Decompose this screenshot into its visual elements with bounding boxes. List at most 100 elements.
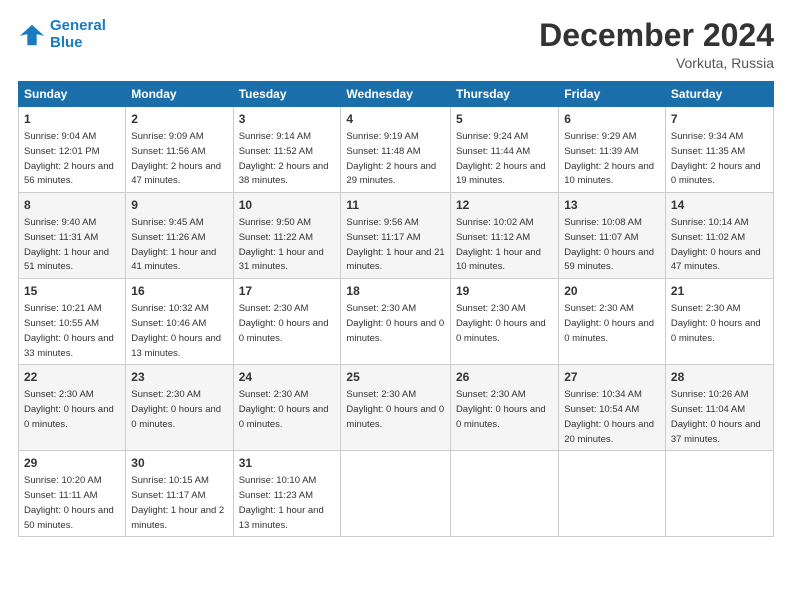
day-sun-info: Sunset: 2:30 AM Daylight: 0 hours and 0 … xyxy=(456,303,546,344)
day-number: 1 xyxy=(24,111,120,128)
day-sun-info: Sunrise: 10:08 AM Sunset: 11:07 AM Dayli… xyxy=(564,217,654,272)
day-sun-info: Sunset: 2:30 AM Daylight: 0 hours and 0 … xyxy=(346,389,444,430)
calendar-cell: 17 Sunset: 2:30 AM Daylight: 0 hours and … xyxy=(233,279,341,365)
calendar-cell: 13 Sunrise: 10:08 AM Sunset: 11:07 AM Day… xyxy=(559,193,666,279)
day-number: 20 xyxy=(564,283,660,300)
calendar-cell: 31Sunrise: 10:10 AM Sunset: 11:23 AM Day… xyxy=(233,451,341,537)
calendar-cell xyxy=(665,451,773,537)
logo-text: General Blue xyxy=(50,18,106,51)
day-sun-info: Sunrise: 10:14 AM Sunset: 11:02 AM Dayli… xyxy=(671,217,761,272)
day-number: 2 xyxy=(131,111,227,128)
day-sun-info: Sunrise: 9:04 AM Sunset: 12:01 PM Daylig… xyxy=(24,131,114,186)
calendar-week-3: 15 Sunrise: 10:21 AM Sunset: 10:55 AM Day… xyxy=(19,279,774,365)
day-number: 15 xyxy=(24,283,120,300)
day-number: 7 xyxy=(671,111,768,128)
day-sun-info: Sunrise: 9:40 AM Sunset: 11:31 AM Daylig… xyxy=(24,217,109,272)
day-number: 18 xyxy=(346,283,445,300)
calendar-cell: 6 Sunrise: 9:29 AM Sunset: 11:39 AM Dayli… xyxy=(559,107,666,193)
day-number: 14 xyxy=(671,197,768,214)
calendar-cell: 19Sunset: 2:30 AM Daylight: 0 hours and … xyxy=(450,279,558,365)
calendar-cell: 18Sunset: 2:30 AM Daylight: 0 hours and … xyxy=(341,279,451,365)
day-sun-info: Sunset: 2:30 AM Daylight: 0 hours and 0 … xyxy=(131,389,221,430)
day-of-week-monday: Monday xyxy=(126,82,233,107)
day-of-week-friday: Friday xyxy=(559,82,666,107)
day-sun-info: Sunrise: 10:26 AM Sunset: 11:04 AM Dayli… xyxy=(671,389,761,444)
calendar-cell: 22 Sunset: 2:30 AM Daylight: 0 hours and … xyxy=(19,365,126,451)
calendar-week-2: 8Sunrise: 9:40 AM Sunset: 11:31 AM Dayli… xyxy=(19,193,774,279)
day-number: 30 xyxy=(131,455,227,472)
calendar-cell: 3 Sunrise: 9:14 AM Sunset: 11:52 AM Dayli… xyxy=(233,107,341,193)
calendar-cell: 30 Sunrise: 10:15 AM Sunset: 11:17 AM Day… xyxy=(126,451,233,537)
day-sun-info: Sunrise: 10:34 AM Sunset: 10:54 AM Dayli… xyxy=(564,389,654,444)
day-number: 24 xyxy=(239,369,336,386)
calendar-week-4: 22 Sunset: 2:30 AM Daylight: 0 hours and … xyxy=(19,365,774,451)
calendar-cell: 14 Sunrise: 10:14 AM Sunset: 11:02 AM Day… xyxy=(665,193,773,279)
calendar-cell: 1 Sunrise: 9:04 AM Sunset: 12:01 PM Dayli… xyxy=(19,107,126,193)
calendar-cell xyxy=(450,451,558,537)
calendar-cell: 24 Sunset: 2:30 AM Daylight: 0 hours and … xyxy=(233,365,341,451)
day-number: 5 xyxy=(456,111,553,128)
day-sun-info: Sunset: 2:30 AM Daylight: 0 hours and 0 … xyxy=(239,389,329,430)
day-sun-info: Sunset: 2:30 AM Daylight: 0 hours and 0 … xyxy=(671,303,761,344)
day-number: 31 xyxy=(239,455,336,472)
day-number: 26 xyxy=(456,369,553,386)
day-sun-info: Sunrise: 9:19 AM Sunset: 11:48 AM Daylig… xyxy=(346,131,436,186)
day-sun-info: Sunrise: 10:15 AM Sunset: 11:17 AM Dayli… xyxy=(131,475,224,530)
day-sun-info: Sunrise: 10:02 AM Sunset: 11:12 AM Dayli… xyxy=(456,217,541,272)
calendar: SundayMondayTuesdayWednesdayThursdayFrid… xyxy=(18,81,774,537)
day-number: 11 xyxy=(346,197,445,214)
calendar-cell: 29Sunrise: 10:20 AM Sunset: 11:11 AM Day… xyxy=(19,451,126,537)
day-number: 13 xyxy=(564,197,660,214)
day-sun-info: Sunset: 2:30 AM Daylight: 0 hours and 0 … xyxy=(239,303,329,344)
calendar-cell: 5 Sunrise: 9:24 AM Sunset: 11:44 AM Dayli… xyxy=(450,107,558,193)
day-sun-info: Sunrise: 9:34 AM Sunset: 11:35 AM Daylig… xyxy=(671,131,761,186)
calendar-cell xyxy=(341,451,451,537)
day-number: 9 xyxy=(131,197,227,214)
day-of-week-saturday: Saturday xyxy=(665,82,773,107)
day-sun-info: Sunrise: 9:50 AM Sunset: 11:22 AM Daylig… xyxy=(239,217,324,272)
day-number: 6 xyxy=(564,111,660,128)
logo-icon xyxy=(18,21,46,49)
page: General Blue December 2024 Vorkuta, Russ… xyxy=(0,0,792,612)
calendar-cell: 20 Sunset: 2:30 AM Daylight: 0 hours and … xyxy=(559,279,666,365)
calendar-cell: 12Sunrise: 10:02 AM Sunset: 11:12 AM Day… xyxy=(450,193,558,279)
calendar-cell: 25 Sunset: 2:30 AM Daylight: 0 hours and … xyxy=(341,365,451,451)
calendar-cell: 21 Sunset: 2:30 AM Daylight: 0 hours and … xyxy=(665,279,773,365)
day-number: 21 xyxy=(671,283,768,300)
day-sun-info: Sunrise: 10:21 AM Sunset: 10:55 AM Dayli… xyxy=(24,303,114,358)
calendar-cell: 10Sunrise: 9:50 AM Sunset: 11:22 AM Dayl… xyxy=(233,193,341,279)
day-sun-info: Sunrise: 9:29 AM Sunset: 11:39 AM Daylig… xyxy=(564,131,654,186)
day-sun-info: Sunset: 2:30 AM Daylight: 0 hours and 0 … xyxy=(24,389,114,430)
day-sun-info: Sunrise: 9:14 AM Sunset: 11:52 AM Daylig… xyxy=(239,131,329,186)
day-number: 23 xyxy=(131,369,227,386)
calendar-week-5: 29Sunrise: 10:20 AM Sunset: 11:11 AM Day… xyxy=(19,451,774,537)
calendar-cell: 9 Sunrise: 9:45 AM Sunset: 11:26 AM Dayli… xyxy=(126,193,233,279)
calendar-cell: 2Sunrise: 9:09 AM Sunset: 11:56 AM Dayli… xyxy=(126,107,233,193)
calendar-cell: 26Sunset: 2:30 AM Daylight: 0 hours and … xyxy=(450,365,558,451)
calendar-week-1: 1 Sunrise: 9:04 AM Sunset: 12:01 PM Dayli… xyxy=(19,107,774,193)
day-number: 28 xyxy=(671,369,768,386)
day-number: 25 xyxy=(346,369,445,386)
day-of-week-sunday: Sunday xyxy=(19,82,126,107)
calendar-cell: 7 Sunrise: 9:34 AM Sunset: 11:35 AM Dayli… xyxy=(665,107,773,193)
day-of-week-wednesday: Wednesday xyxy=(341,82,451,107)
day-sun-info: Sunrise: 9:56 AM Sunset: 11:17 AM Daylig… xyxy=(346,217,444,272)
calendar-cell: 16Sunrise: 10:32 AM Sunset: 10:46 AM Day… xyxy=(126,279,233,365)
calendar-cell: 11 Sunrise: 9:56 AM Sunset: 11:17 AM Dayl… xyxy=(341,193,451,279)
day-sun-info: Sunrise: 10:20 AM Sunset: 11:11 AM Dayli… xyxy=(24,475,114,530)
location: Vorkuta, Russia xyxy=(539,55,774,71)
day-number: 22 xyxy=(24,369,120,386)
day-sun-info: Sunset: 2:30 AM Daylight: 0 hours and 0 … xyxy=(564,303,654,344)
day-of-week-thursday: Thursday xyxy=(450,82,558,107)
logo: General Blue xyxy=(18,18,106,51)
day-number: 17 xyxy=(239,283,336,300)
calendar-cell xyxy=(559,451,666,537)
calendar-cell: 23 Sunset: 2:30 AM Daylight: 0 hours and … xyxy=(126,365,233,451)
calendar-cell: 27Sunrise: 10:34 AM Sunset: 10:54 AM Day… xyxy=(559,365,666,451)
title-block: December 2024 Vorkuta, Russia xyxy=(539,18,774,71)
day-sun-info: Sunrise: 9:24 AM Sunset: 11:44 AM Daylig… xyxy=(456,131,546,186)
calendar-cell: 4Sunrise: 9:19 AM Sunset: 11:48 AM Dayli… xyxy=(341,107,451,193)
day-sun-info: Sunrise: 9:45 AM Sunset: 11:26 AM Daylig… xyxy=(131,217,216,272)
day-number: 3 xyxy=(239,111,336,128)
day-number: 16 xyxy=(131,283,227,300)
